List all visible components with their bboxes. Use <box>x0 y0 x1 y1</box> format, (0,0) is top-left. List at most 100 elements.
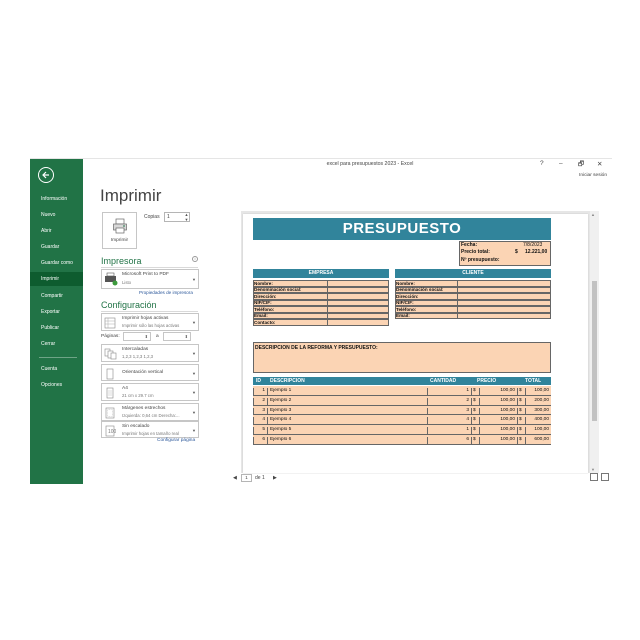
table-cell-desc: Ejemplo 2 <box>267 397 427 406</box>
table-cell-desc: Ejemplo 1 <box>267 388 427 396</box>
preview-scrollbar[interactable]: ▲ ▼ <box>590 211 599 473</box>
sidebar-item-guardar-como[interactable]: Guardar como <box>30 256 83 270</box>
pages-to-input[interactable]: ⬍ <box>163 332 191 341</box>
margins-dropdown[interactable]: Márgenes estrechos Izquierda: 0,64 cm De… <box>101 403 199 421</box>
next-page-icon[interactable]: ▶ <box>273 475 277 481</box>
table-cell-qty: 1 <box>427 427 471 435</box>
copies-stepper[interactable]: ▲ ▼ <box>183 212 190 222</box>
fecha-label: Fecha: <box>461 242 478 248</box>
scroll-down-icon[interactable]: ▼ <box>591 467 595 472</box>
restore-button[interactable]: 🗗 <box>578 160 584 171</box>
cliente-field-value <box>457 312 551 319</box>
table-cell-cur2: $ <box>517 437 525 445</box>
stepper-icon: ⬍ <box>144 334 148 339</box>
signin-link[interactable]: Iniciar sesión <box>579 173 607 178</box>
table-cell-qty: 6 <box>427 437 471 445</box>
paper-size-dropdown[interactable]: A4 21 cm x 29.7 cm ▼ <box>101 383 199 401</box>
sidebar-item-cerrar[interactable]: Cerrar <box>30 337 83 351</box>
empresa-field-label: Dirección: <box>254 293 277 299</box>
pages-separator: a <box>156 334 159 339</box>
print-what-value: Imprimir hojas activas <box>122 316 169 321</box>
empresa-header: EMPRESA <box>308 270 334 276</box>
section-divider <box>101 267 198 268</box>
table-cell-cur1: $ <box>471 437 479 445</box>
show-margins-icon[interactable] <box>590 473 598 481</box>
table-cell-qty: 4 <box>427 417 471 426</box>
section-divider <box>101 311 198 312</box>
sidebar-item-cuenta[interactable]: Cuenta <box>30 362 83 376</box>
collate-value: Intercaladas <box>122 347 149 352</box>
table-cell-cur2: $ <box>517 388 525 396</box>
table-cell-cur2: $ <box>517 407 525 416</box>
cliente-field-label: Email: <box>396 313 410 318</box>
sidebar-item-opciones[interactable]: Opciones <box>30 378 83 392</box>
table-cell-cur2: $ <box>517 397 525 406</box>
table-cell-total: 300,00 <box>525 407 551 416</box>
chevron-down-icon: ▼ <box>192 390 196 395</box>
table-cell-total: 100,00 <box>525 388 551 396</box>
info-icon[interactable]: i <box>192 256 198 262</box>
table-cell-desc: Ejemplo 4 <box>267 417 427 426</box>
empresa-field-label: Contacto: <box>254 319 276 325</box>
scrollbar-thumb[interactable] <box>592 281 597 421</box>
sidebar-item-abrir[interactable]: Abrir <box>30 224 83 238</box>
backstage-sidebar: Información Nuevo Abrir Guardar Guardar … <box>30 159 83 484</box>
cliente-header: CLIENTE <box>462 270 484 276</box>
sidebar-item-guardar[interactable]: Guardar <box>30 240 83 254</box>
printer-dropdown[interactable]: Microsoft Print to PDF Listo ▼ <box>101 269 199 289</box>
print-button-label: Imprimir <box>110 238 129 243</box>
table-cell-id: 3 <box>253 407 267 416</box>
prev-page-icon[interactable]: ◀ <box>233 475 237 481</box>
empresa-field-label: Teléfono: <box>254 306 275 312</box>
table-cell-qty: 2 <box>427 397 471 406</box>
sidebar-item-imprimir[interactable]: Imprimir <box>30 272 83 286</box>
empresa-field-value <box>327 319 389 326</box>
empresa-field-label: Email: <box>254 313 268 318</box>
minimize-button[interactable]: – <box>559 160 563 167</box>
sidebar-item-nuevo[interactable]: Nuevo <box>30 208 83 222</box>
current-page-input[interactable]: 1 <box>241 474 252 482</box>
sidebar-item-publicar[interactable]: Publicar <box>30 321 83 335</box>
scaling-value: Sin escalado <box>122 424 150 429</box>
precio-currency: $ <box>515 249 518 255</box>
sidebar-item-informacion[interactable]: Información <box>30 192 83 206</box>
cliente-field-label: Denominación social: <box>396 287 444 292</box>
svg-text:100: 100 <box>108 429 116 435</box>
printer-properties-link[interactable]: Propiedades de impresora <box>139 290 193 295</box>
cliente-field-label: Dirección: <box>396 293 419 299</box>
scaling-dropdown[interactable]: 100 Sin escalado Imprimir hojas en tamañ… <box>101 421 199 438</box>
col-id-header: ID <box>256 378 261 384</box>
numero-presupuesto-label: Nº presupuesto: <box>461 257 500 263</box>
table-cell-total: 200,00 <box>525 397 551 406</box>
collate-desc: 1,2,3 1,2,3 1,2,3 <box>122 354 154 359</box>
zoom-to-page-icon[interactable] <box>601 473 609 481</box>
table-cell-price: 100,00 <box>479 388 517 396</box>
close-button[interactable]: ✕ <box>597 160 602 168</box>
cliente-field-label: Teléfono: <box>396 306 417 312</box>
table-cell-id: 4 <box>253 417 267 426</box>
back-arrow-icon[interactable] <box>38 167 54 183</box>
table-cell-desc: Ejemplo 3 <box>267 407 427 416</box>
table-cell-total: 100,00 <box>525 427 551 435</box>
description-label: DESCRIPCIÓN DE LA REFORMA Y PRESUPUESTO: <box>255 345 378 351</box>
table-cell-price: 100,00 <box>479 437 517 445</box>
orientation-dropdown[interactable]: Orientación vertical ▼ <box>101 364 199 381</box>
sidebar-item-compartir[interactable]: Compartir <box>30 289 83 303</box>
collate-icon <box>104 347 118 360</box>
collate-dropdown[interactable]: Intercaladas 1,2,3 1,2,3 1,2,3 ▼ <box>101 344 199 362</box>
printer-icon <box>113 218 127 234</box>
paper-size-desc: 21 cm x 29.7 cm <box>122 393 154 398</box>
scroll-up-icon[interactable]: ▲ <box>591 212 595 217</box>
precio-total-label: Precio total: <box>461 249 490 255</box>
print-button[interactable]: Imprimir <box>102 212 137 249</box>
page-setup-link[interactable]: Configurar página <box>157 438 195 443</box>
chevron-down-icon: ▼ <box>192 277 196 282</box>
col-price-header: PRECIO <box>477 378 497 384</box>
sidebar-item-exportar[interactable]: Exportar <box>30 305 83 319</box>
print-what-dropdown[interactable]: Imprimir hojas activas Imprimir sólo las… <box>101 313 199 331</box>
help-button[interactable]: ? <box>540 160 544 167</box>
cliente-field-label: NIF/CIF: <box>396 300 414 305</box>
empresa-field-label: Nombre: <box>254 280 273 286</box>
table-cell-desc: Ejemplo 6 <box>267 437 427 445</box>
pages-from-input[interactable]: ⬍ <box>123 332 151 341</box>
